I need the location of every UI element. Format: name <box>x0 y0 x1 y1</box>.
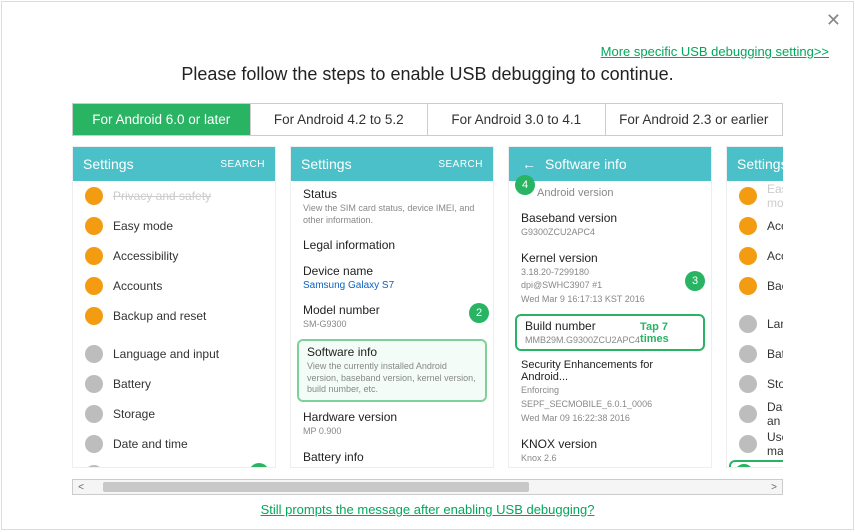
bottom-link-container: Still prompts the message after enabling… <box>2 499 853 519</box>
step-badge-1: 1 <box>249 463 269 467</box>
easy-mode-icon <box>739 187 757 205</box>
panel1-title: Settings <box>83 156 134 172</box>
security-block: Security Enhancements for Android...Enfo… <box>509 353 711 430</box>
user-manual-icon <box>85 465 103 467</box>
storage-icon <box>739 375 757 393</box>
battery-info-block: Battery infoView your device's battery s… <box>291 444 493 467</box>
list-item: Privacy and safety <box>73 181 275 211</box>
panel3-title: Software info <box>545 156 627 172</box>
list-item: Battery <box>727 339 783 369</box>
list-item: Battery <box>73 369 275 399</box>
list-item: Backup and reset <box>73 301 275 331</box>
date-time-icon <box>739 405 757 423</box>
status-block: StatusView the SIM card status, device I… <box>291 181 493 232</box>
kernel-block: Kernel version3.18.20-7299180dpi@SWHC390… <box>509 245 711 312</box>
list-item: Accessibility <box>73 241 275 271</box>
panel2-title: Settings <box>301 156 352 172</box>
device-name-block: Device nameSamsung Galaxy S7 <box>291 258 493 297</box>
tab-android-3-0[interactable]: For Android 3.0 to 4.1 <box>428 104 606 135</box>
backup-icon <box>739 277 757 295</box>
list-item: Accoun <box>727 241 783 271</box>
privacy-icon <box>85 187 103 205</box>
tap-7-times-label: Tap 7 times <box>640 321 695 345</box>
knox-block: KNOX versionKnox 2.6Standard SDK 5.6.0Pr… <box>509 431 711 468</box>
language-icon <box>85 345 103 363</box>
search-label: SEARCH <box>220 159 265 170</box>
panel2-header: Settings SEARCH <box>291 147 493 181</box>
model-number-block: Model numberSM-G9300 2 <box>291 297 493 337</box>
instruction-panels: Settings SEARCH Privacy and safety Easy … <box>72 146 783 468</box>
list-item: Backup <box>727 271 783 301</box>
accounts-icon <box>85 277 103 295</box>
list-item: Easy mode <box>73 211 275 241</box>
step-badge-2: 2 <box>469 303 489 323</box>
legal-block: Legal information <box>291 232 493 258</box>
list-item: Storage <box>73 399 275 429</box>
panel4-header: Settings <box>727 147 783 181</box>
still-prompts-link[interactable]: Still prompts the message after enabling… <box>261 502 595 517</box>
hardware-version-block: Hardware versionMP 0.900 <box>291 404 493 444</box>
storage-icon <box>85 405 103 423</box>
more-debug-settings-link[interactable]: More specific USB debugging setting>> <box>601 44 829 59</box>
scroll-track[interactable] <box>89 480 766 494</box>
language-icon <box>739 315 757 333</box>
accessibility-icon <box>739 217 757 235</box>
list-item: Date an <box>727 399 783 429</box>
horizontal-scrollbar[interactable]: < > <box>72 479 783 495</box>
list-item: User manual 1 <box>73 459 275 467</box>
search-label: SEARCH <box>438 159 483 170</box>
list-item: User ma <box>727 429 783 459</box>
panel4-title: Settings <box>737 156 783 172</box>
list-item: Date and time <box>73 429 275 459</box>
step-badge-4: 4 <box>515 175 535 195</box>
list-item: Easy mode <box>727 181 783 211</box>
list-item: Accounts <box>73 271 275 301</box>
panel-step-1: Settings SEARCH Privacy and safety Easy … <box>72 146 276 468</box>
easy-mode-icon <box>85 217 103 235</box>
date-time-icon <box>85 435 103 453</box>
list-item: Access <box>727 211 783 241</box>
accessibility-icon <box>85 247 103 265</box>
build-number-highlight: Build numberMMB29M.G9300ZCU2APC4 Tap 7 t… <box>515 314 705 352</box>
android-version-tabs: For Android 6.0 or later For Android 4.2… <box>72 103 783 136</box>
android-version-block: Android version <box>509 181 711 205</box>
tab-android-4-2[interactable]: For Android 4.2 to 5.2 <box>251 104 429 135</box>
close-icon[interactable]: ✕ <box>826 10 841 31</box>
accounts-icon <box>739 247 757 265</box>
panel-step-2: Settings SEARCH StatusView the SIM card … <box>290 146 494 468</box>
list-item: Langua <box>727 309 783 339</box>
baseband-block: Baseband versionG9300ZCU2APC4 <box>509 205 711 245</box>
developer-options-highlight: Develop <box>729 460 783 467</box>
step-badge-3: 3 <box>685 271 705 291</box>
panel-step-3: ← Software info 4 Android version Baseba… <box>508 146 712 468</box>
back-icon: ← <box>519 154 539 174</box>
list-item: Language and input <box>73 339 275 369</box>
scroll-left-icon[interactable]: < <box>73 482 89 493</box>
scroll-right-icon[interactable]: > <box>766 482 782 493</box>
user-manual-icon <box>739 435 757 453</box>
battery-icon <box>85 375 103 393</box>
developer-icon <box>735 464 753 467</box>
tab-android-6[interactable]: For Android 6.0 or later <box>73 104 251 135</box>
panel3-header: ← Software info 4 <box>509 147 711 181</box>
panel-step-4: Settings Easy mode Access Accoun Backup … <box>726 146 783 468</box>
backup-icon <box>85 307 103 325</box>
panel1-header: Settings SEARCH <box>73 147 275 181</box>
battery-icon <box>739 345 757 363</box>
list-item: Storage <box>727 369 783 399</box>
software-info-highlight: Software infoView the currently installe… <box>297 339 487 402</box>
scroll-thumb[interactable] <box>103 482 530 492</box>
tab-android-2-3[interactable]: For Android 2.3 or earlier <box>606 104 783 135</box>
